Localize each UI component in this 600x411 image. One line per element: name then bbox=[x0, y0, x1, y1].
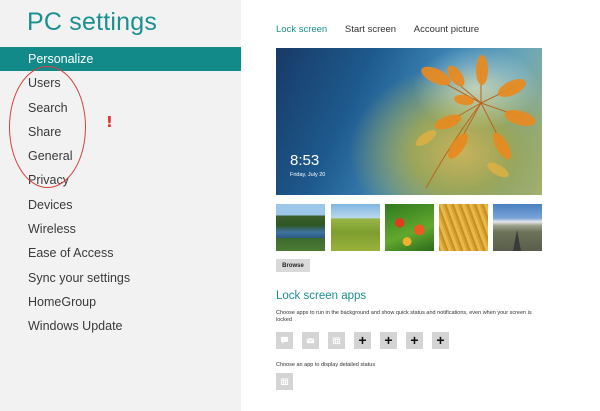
lock-screen-preview: 8:53 Friday, July 20 bbox=[276, 48, 542, 195]
app-slot-messaging[interactable] bbox=[276, 332, 293, 349]
tab-start-screen[interactable]: Start screen bbox=[345, 24, 396, 35]
app-slot-mail[interactable] bbox=[302, 332, 319, 349]
tab-bar: Lock screen Start screen Account picture bbox=[276, 24, 494, 35]
add-app-slot-2[interactable]: + bbox=[380, 332, 397, 349]
add-app-slot-4[interactable]: + bbox=[432, 332, 449, 349]
thumbnail-golden-grass[interactable] bbox=[439, 204, 488, 251]
sidebar-item-windows-update[interactable]: Windows Update bbox=[0, 314, 241, 338]
settings-content: Lock screen Start screen Account picture bbox=[241, 0, 600, 411]
add-app-slot-3[interactable]: + bbox=[406, 332, 423, 349]
annotation-exclamation: ! bbox=[106, 113, 113, 131]
sidebar-item-homegroup[interactable]: HomeGroup bbox=[0, 290, 241, 314]
page-title: PC settings bbox=[27, 8, 158, 36]
settings-sidebar: PC settings Personalize Users Search Sha… bbox=[0, 0, 241, 411]
calendar-icon bbox=[332, 337, 341, 345]
calendar-icon bbox=[280, 378, 289, 386]
lock-screen-date: Friday, July 20 bbox=[290, 172, 326, 178]
lock-screen-apps-description: Choose apps to run in the background and… bbox=[276, 310, 532, 324]
tab-account-picture[interactable]: Account picture bbox=[414, 24, 479, 35]
annotation-circle bbox=[9, 66, 86, 188]
sidebar-item-wireless[interactable]: Wireless bbox=[0, 217, 241, 241]
thumbnail-autumn-lake[interactable] bbox=[276, 204, 325, 251]
background-thumbnails bbox=[276, 204, 542, 251]
sidebar-item-sync-settings[interactable]: Sync your settings bbox=[0, 266, 241, 290]
messaging-icon bbox=[280, 336, 289, 344]
sidebar-item-devices[interactable]: Devices bbox=[0, 193, 241, 217]
add-app-slot-1[interactable]: + bbox=[354, 332, 371, 349]
thumbnail-green-hills[interactable] bbox=[331, 204, 380, 251]
mail-icon bbox=[306, 337, 315, 344]
thumbnail-mountain-road[interactable] bbox=[493, 204, 542, 251]
detailed-status-slot-container bbox=[276, 373, 294, 391]
tab-lock-screen[interactable]: Lock screen bbox=[276, 24, 327, 35]
lock-screen-apps-title: Lock screen apps bbox=[276, 290, 367, 302]
browse-button[interactable]: Browse bbox=[276, 259, 310, 272]
thumbnail-red-flowers[interactable] bbox=[385, 204, 434, 251]
lock-screen-time: 8:53 bbox=[290, 152, 320, 169]
detailed-status-description: Choose an app to display detailed status bbox=[276, 362, 376, 368]
app-slot-calendar[interactable] bbox=[328, 332, 345, 349]
sidebar-item-ease-of-access[interactable]: Ease of Access bbox=[0, 241, 241, 265]
detailed-status-slot[interactable] bbox=[276, 373, 293, 390]
